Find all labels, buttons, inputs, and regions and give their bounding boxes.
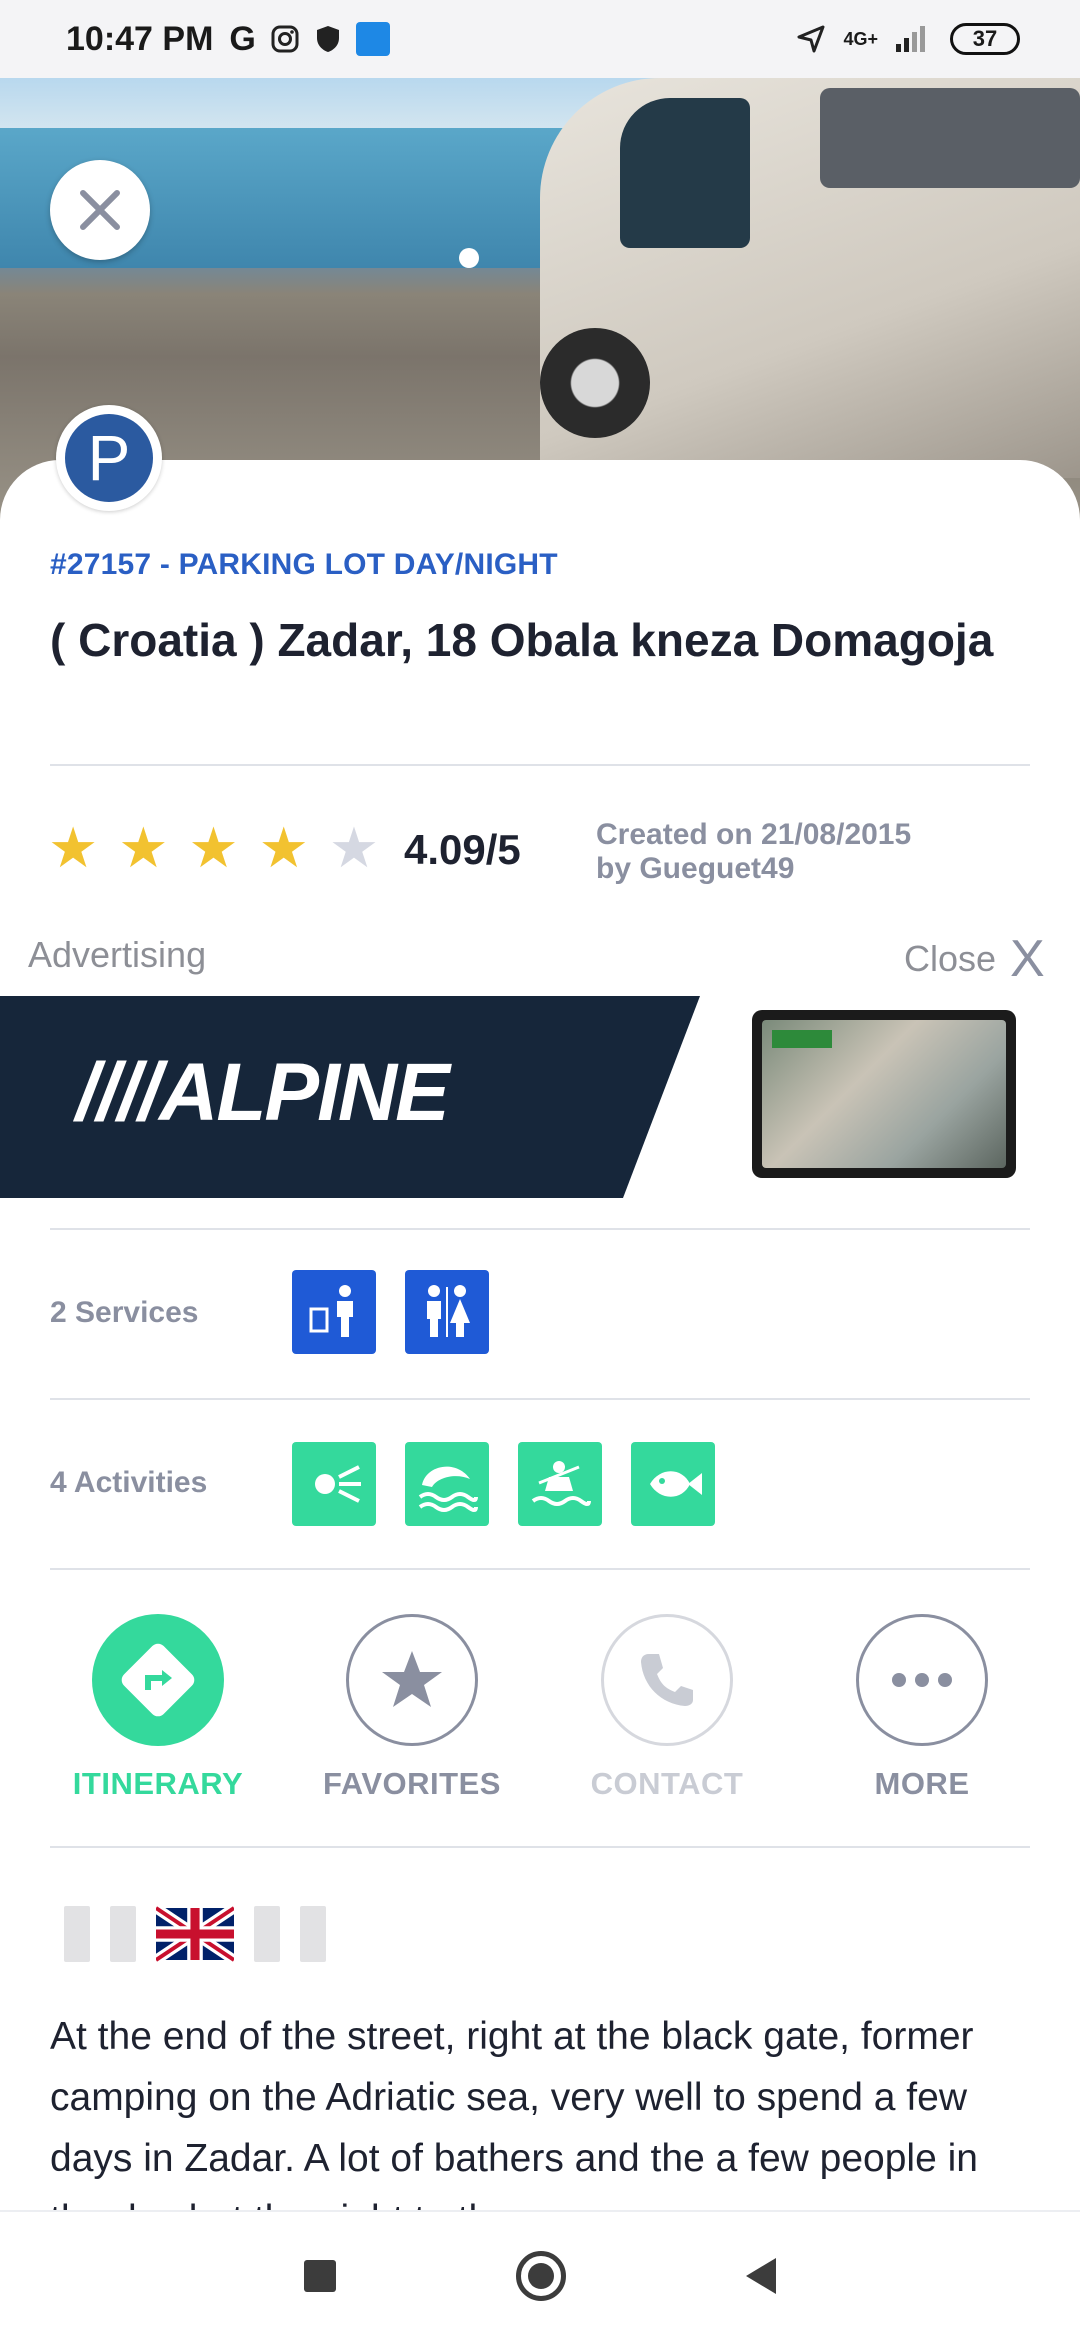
itinerary-circle [92,1614,224,1746]
ad-close-label: Close [904,938,997,979]
star-icon: ★ [258,816,309,879]
photo-van-side-window [820,88,1080,188]
parking-badge: P [56,405,162,511]
ad-banner[interactable]: ////ALPINE [0,996,1080,1198]
signal-icon [896,26,925,52]
star-icon [382,1651,442,1707]
recents-button[interactable] [304,2260,336,2292]
itinerary-button[interactable]: ITINERARY [58,1614,258,1802]
contact-label: CONTACT [590,1766,744,1801]
rating-score: 4.09/5 [404,826,521,873]
divider [50,1398,1030,1400]
more-dots-icon [892,1673,952,1687]
divider [50,1228,1030,1230]
app-icon [355,22,390,56]
activities-label: 4 Activities [50,1466,208,1499]
divider [50,1568,1030,1570]
shield-icon [316,26,339,52]
battery-indicator: 37 [950,23,1020,55]
more-button[interactable]: MORE [822,1614,1022,1802]
toilets-icon[interactable] [405,1270,489,1354]
ad-close-icon: X [1010,930,1045,988]
favorites-circle [346,1614,478,1746]
favorites-button[interactable]: FAVORITES [312,1614,512,1802]
location-icon [797,25,825,53]
fishing-icon[interactable] [631,1442,715,1526]
divider [50,764,1030,766]
ad-navigation-device [752,1010,1016,1178]
language-selector[interactable] [64,1903,326,1965]
trash-person-icon[interactable] [292,1270,376,1354]
parking-icon: P [65,414,153,502]
carousel-dot[interactable] [459,248,479,268]
contact-circle [601,1614,733,1746]
alpine-logo: ////ALPINE [76,1047,450,1138]
advertising-label: Advertising [28,934,207,975]
instagram-icon [271,25,299,53]
network-type: 4G+ [843,28,878,49]
services-label: 2 Services [50,1296,199,1329]
flag-placeholder[interactable] [110,1906,136,1962]
photo-van-window [620,98,750,248]
home-button[interactable] [516,2251,566,2301]
itinerary-label: ITINERARY [72,1766,244,1801]
flag-placeholder[interactable] [254,1906,280,1962]
contact-button[interactable]: CONTACT [567,1614,767,1802]
more-circle [856,1614,988,1746]
star-rating[interactable]: ★ ★ ★ ★ ★ [48,820,379,876]
close-button[interactable] [50,160,150,260]
place-title: ( Croatia ) Zadar, 18 Obala kneza Domago… [50,614,994,666]
status-bar: 10:47 PM G 4G+ 37 [0,0,1080,78]
phone-icon [641,1654,693,1706]
divider [50,1846,1030,1848]
created-info: Created on 21/08/2015 by Gueguet49 [596,818,911,886]
back-button[interactable] [746,2258,776,2294]
ad-close-button[interactable]: Close X [904,930,1045,988]
place-category: #27157 - PARKING LOT DAY/NIGHT [50,548,558,581]
flag-placeholder[interactable] [64,1906,90,1962]
star-icon: ★ [118,816,169,879]
google-icon: G [229,19,256,58]
directions-icon [121,1643,195,1717]
more-label: MORE [874,1766,970,1801]
flag-placeholder[interactable] [300,1906,326,1962]
beach-sun-icon[interactable] [292,1442,376,1526]
favorites-label: FAVORITES [323,1766,501,1801]
star-icon: ★ [188,816,239,879]
ad-device-screen [762,1020,1006,1168]
created-date: Created on 21/08/2015 [596,818,912,851]
status-time: 10:47 PM [66,19,214,58]
close-icon [80,190,120,230]
boating-icon[interactable] [518,1442,602,1526]
star-empty-icon: ★ [328,816,380,879]
uk-flag-icon[interactable] [153,1903,237,1965]
photo-van-wheel [540,328,650,438]
place-description: At the end of the street, right at the b… [50,2015,978,2212]
star-icon: ★ [48,816,99,879]
swimming-icon[interactable] [405,1442,489,1526]
system-nav-bar [0,2210,1080,2340]
notification-icons: G [229,19,390,59]
created-author: by Gueguet49 [596,852,795,885]
